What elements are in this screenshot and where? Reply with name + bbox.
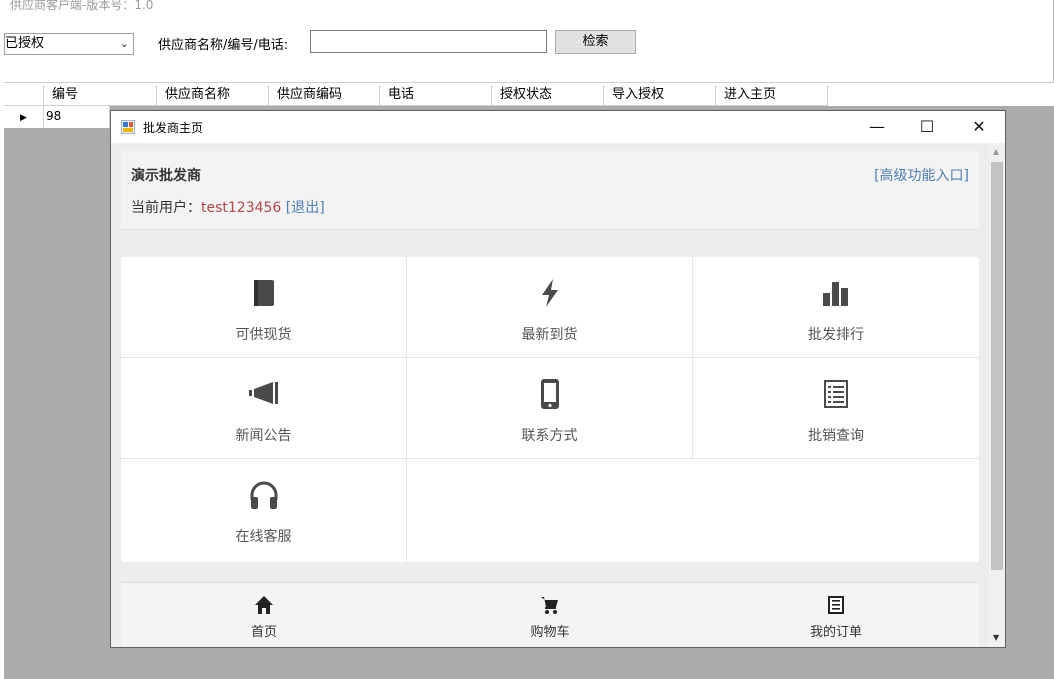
tile-contact[interactable]: 联系方式: [407, 358, 693, 459]
bullhorn-icon: [248, 382, 278, 404]
column-header-import[interactable]: 导入授权: [604, 85, 716, 106]
search-label: 供应商名称/编号/电话:: [158, 38, 289, 53]
scroll-up-icon[interactable]: ▲: [993, 147, 999, 156]
dialog-title: 批发商主页: [143, 121, 204, 135]
logout-link[interactable]: [退出]: [286, 200, 325, 216]
nav-label: 购物车: [530, 625, 570, 640]
nav-label: 首页: [250, 625, 277, 640]
tile-label: 批销查询: [808, 428, 864, 444]
bolt-icon: [541, 279, 558, 307]
headphones-icon: [250, 481, 277, 509]
shop-name: 演示批发商: [131, 168, 201, 184]
current-user-label: 当前用户：: [131, 200, 201, 216]
app-icon: [121, 120, 135, 134]
column-header-phone[interactable]: 电话: [380, 85, 492, 106]
column-header-id[interactable]: 编号: [44, 85, 157, 106]
divider: [4, 82, 1054, 83]
list-icon: [824, 380, 848, 408]
order-list-icon: [828, 596, 844, 614]
tile-sales-query[interactable]: 批销查询: [693, 358, 979, 459]
minimize-icon: —: [869, 117, 885, 136]
search-button[interactable]: 检索: [555, 30, 636, 54]
current-user-row: 当前用户：test123456 [退出]: [131, 197, 325, 217]
current-user-name: test123456: [201, 200, 282, 216]
close-button[interactable]: ✕: [956, 111, 1002, 143]
tile-wholesale-ranking[interactable]: 批发排行: [693, 257, 979, 358]
scroll-down-icon[interactable]: ▼: [993, 633, 999, 642]
tile-online-service[interactable]: 在线客服: [121, 459, 407, 562]
nav-my-orders[interactable]: 我的订单: [693, 583, 979, 647]
column-header-home[interactable]: 进入主页: [716, 85, 828, 106]
close-icon: ✕: [972, 117, 986, 136]
nav-home[interactable]: 首页: [121, 583, 407, 647]
account-header: 演示批发商 [高级功能入口] 当前用户：test123456 [退出]: [121, 151, 979, 230]
tile-news[interactable]: 新闻公告: [121, 358, 407, 459]
nav-cart[interactable]: 购物车: [407, 583, 693, 647]
search-input[interactable]: [310, 30, 547, 53]
minimize-button[interactable]: —: [854, 111, 900, 143]
cell-id[interactable]: 98: [44, 106, 110, 128]
bottom-navigation: 首页 购物车 我的订单: [121, 582, 979, 647]
tile-label: 最新到货: [521, 327, 578, 343]
row-selector[interactable]: ▶: [4, 106, 44, 128]
home-icon: [255, 596, 273, 614]
maximize-icon: ☐: [919, 117, 935, 136]
tile-new-arrivals[interactable]: 最新到货: [407, 257, 693, 358]
tile-label: 在线客服: [235, 529, 292, 545]
tile-label: 联系方式: [521, 428, 578, 444]
maximize-button[interactable]: ☐: [904, 111, 950, 143]
advanced-features-link[interactable]: [高级功能入口]: [874, 165, 969, 185]
dialog-content: 演示批发商 [高级功能入口] 当前用户：test123456 [退出] 可供现货…: [111, 143, 989, 647]
row-pointer-icon: ▶: [20, 113, 27, 123]
tile-label: 新闻公告: [235, 428, 292, 444]
row-header-corner: [4, 85, 44, 106]
main-window-title: 供应商客户端-版本号：1.0: [10, 0, 154, 12]
vertical-scrollbar[interactable]: ▲ ▼: [989, 143, 1005, 647]
bar-chart-icon: [823, 282, 848, 306]
status-filter-value: 已授权: [5, 36, 45, 51]
column-header-name[interactable]: 供应商名称: [157, 85, 269, 106]
tile-label: 可供现货: [235, 327, 292, 343]
scrollbar-thumb[interactable]: [991, 162, 1003, 570]
function-tiles: 可供现货 最新到货 批发排行 新闻公告 联系方式 批销查询 在线客服: [121, 257, 979, 562]
book-icon: [253, 280, 274, 306]
column-header-code[interactable]: 供应商编码: [269, 85, 380, 106]
nav-label: 我的订单: [809, 625, 862, 640]
chevron-down-icon: ⌄: [119, 37, 129, 50]
tile-available-stock[interactable]: 可供现货: [121, 257, 407, 358]
column-header-status[interactable]: 授权状态: [492, 85, 604, 106]
cart-icon: [541, 597, 558, 614]
status-filter-select[interactable]: 已授权 ⌄: [4, 33, 134, 55]
mobile-phone-icon: [540, 379, 559, 409]
wholesaler-home-dialog: 批发商主页 — ☐ ✕ 演示批发商 [高级功能入口] 当前用户：test1234…: [110, 110, 1006, 648]
tile-label: 批发排行: [808, 327, 864, 343]
dialog-title-bar[interactable]: 批发商主页 — ☐ ✕: [111, 111, 1005, 143]
